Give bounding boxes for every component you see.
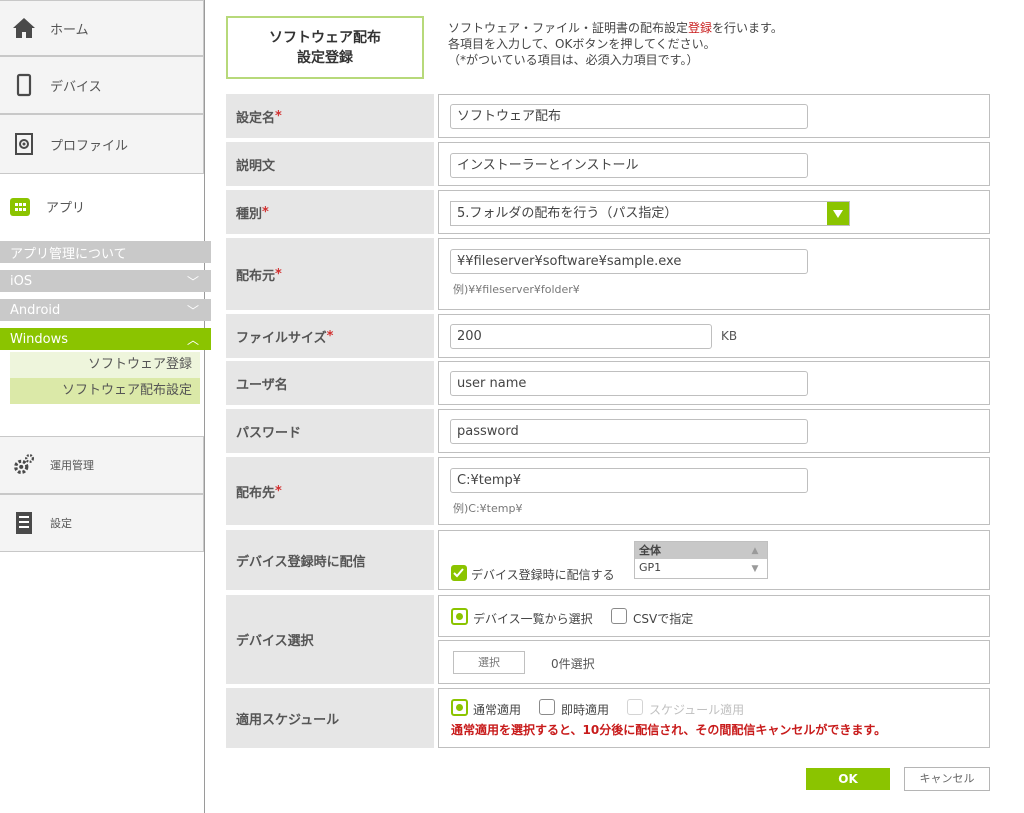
scroll-up-icon[interactable]: ▲ bbox=[752, 546, 759, 556]
radio-schedule-scheduled-label: スケジュール適用 bbox=[649, 703, 745, 717]
destination-field[interactable]: C:¥temp¥ bbox=[450, 468, 808, 493]
radio-csv[interactable] bbox=[611, 608, 627, 624]
sidebar-subitem-software-distribution[interactable]: ソフトウェア配布設定 bbox=[10, 378, 200, 404]
home-icon bbox=[12, 16, 36, 40]
selected-count: 0件選択 bbox=[551, 657, 595, 671]
row-setting-name: 設定名 * ソフトウェア配布 bbox=[226, 94, 990, 138]
sidebar-item-android[interactable]: Android ﹀ bbox=[0, 299, 211, 321]
nav-operation[interactable]: 運用管理 bbox=[0, 436, 204, 494]
radio-schedule-normal-label: 通常適用 bbox=[473, 703, 522, 717]
sidebar-item-ios[interactable]: iOS ﹀ bbox=[0, 270, 211, 292]
source-field[interactable]: ¥¥fileserver¥software¥sample.exe bbox=[450, 249, 808, 274]
nav-app-label: アプリ bbox=[46, 200, 86, 216]
radio-schedule-scheduled[interactable] bbox=[627, 699, 643, 715]
group-listbox[interactable]: 全体 GP1 ▲ ▼ bbox=[634, 541, 768, 579]
row-username: ユーザ名 user name bbox=[226, 361, 990, 405]
deliver-on-register-label: デバイス登録時に配信 bbox=[226, 530, 434, 590]
file-size-label: ファイルサイズ * bbox=[226, 314, 434, 358]
row-file-size: ファイルサイズ * 200 KB bbox=[226, 314, 990, 358]
chevron-up-icon: ︿ bbox=[186, 332, 199, 347]
nav-device[interactable]: デバイス bbox=[0, 56, 204, 114]
gears-icon bbox=[12, 453, 36, 477]
page-title-line1: ソフトウェア配布 bbox=[269, 29, 381, 46]
radio-device-list-label: デバイス一覧から選択 bbox=[473, 612, 593, 626]
type-select[interactable]: 5.フォルダの配布を行う（パス指定） bbox=[450, 201, 850, 226]
description-label: 説明文 bbox=[226, 142, 434, 186]
cancel-button[interactable]: キャンセル bbox=[904, 767, 990, 791]
nav-device-label: デバイス bbox=[50, 79, 102, 95]
row-deliver-on-register: デバイス登録時に配信 デバイス登録時に配信する 全体 GP1 ▲ ▼ bbox=[226, 530, 990, 590]
nav-operation-label: 運用管理 bbox=[50, 459, 94, 472]
ok-button[interactable]: OK bbox=[806, 768, 890, 790]
document-icon bbox=[12, 511, 36, 535]
setting-name-label: 設定名 * bbox=[226, 94, 434, 138]
radio-device-list[interactable] bbox=[451, 608, 468, 625]
sidebar-item-label: アプリ管理について bbox=[10, 246, 127, 262]
radio-schedule-immediate-label: 即時適用 bbox=[561, 703, 610, 717]
nav-settings[interactable]: 設定 bbox=[0, 494, 204, 552]
password-field[interactable]: password bbox=[450, 419, 808, 444]
intro-line2: 各項目を入力して、OKボタンを押してください。 bbox=[448, 37, 716, 51]
file-size-unit: KB bbox=[721, 329, 738, 343]
nav-profile[interactable]: プロファイル bbox=[0, 114, 204, 174]
intro-line1-pre: ソフトウェア・ファイル・証明書の配布設定 bbox=[448, 21, 689, 35]
row-source: 配布元 * ¥¥fileserver¥software¥sample.exe 例)… bbox=[226, 238, 990, 310]
password-label: パスワード bbox=[226, 409, 434, 453]
scroll-down-icon[interactable]: ▼ bbox=[752, 564, 759, 574]
intro-line1-post: を行います。 bbox=[712, 21, 783, 35]
sidebar-item-app-about[interactable]: アプリ管理について bbox=[0, 241, 211, 263]
destination-hint: 例)C:¥temp¥ bbox=[453, 502, 523, 515]
setting-name-field[interactable]: ソフトウェア配布 bbox=[450, 104, 808, 129]
nav-home-label: ホーム bbox=[50, 22, 89, 38]
row-device-select: デバイス選択 デバイス一覧から選択 CSVで指定 選択 0件選択 bbox=[226, 595, 990, 684]
chevron-down-icon: ﹀ bbox=[186, 303, 199, 318]
chevron-down-icon: ﹀ bbox=[186, 274, 199, 289]
sidebar-item-windows[interactable]: Windows ︿ bbox=[0, 328, 211, 350]
intro-line1-red: 登録 bbox=[688, 21, 713, 35]
sidebar-subitem-software-register[interactable]: ソフトウェア登録 bbox=[10, 352, 200, 378]
listbox-scrollbar[interactable]: ▲ ▼ bbox=[743, 542, 767, 578]
username-field[interactable]: user name bbox=[450, 371, 808, 396]
intro-line3: （*がついている項目は、必須入力項目です。） bbox=[448, 53, 699, 67]
nav-app[interactable]: アプリ bbox=[0, 188, 204, 224]
username-label: ユーザ名 bbox=[226, 361, 434, 405]
row-type: 種別 * 5.フォルダの配布を行う（パス指定） bbox=[226, 190, 990, 234]
source-label: 配布元 * bbox=[226, 238, 434, 310]
smartphone-icon bbox=[12, 73, 36, 97]
deliver-on-register-checkbox[interactable] bbox=[451, 565, 467, 581]
sidebar-item-label: Android bbox=[10, 302, 61, 318]
radio-schedule-immediate[interactable] bbox=[539, 699, 555, 715]
nav-home[interactable]: ホーム bbox=[0, 0, 204, 56]
sidebar-item-label: Windows bbox=[10, 331, 69, 347]
profile-gear-icon bbox=[12, 132, 36, 156]
checkmark-icon bbox=[453, 568, 464, 578]
nav-settings-label: 設定 bbox=[50, 517, 72, 530]
app-icon bbox=[8, 194, 32, 218]
deliver-on-register-checkbox-label: デバイス登録時に配信する bbox=[471, 568, 615, 582]
nav-profile-label: プロファイル bbox=[50, 138, 129, 154]
destination-label: 配布先 * bbox=[226, 457, 434, 525]
main-content: ソフトウェア配布 設定登録 ソフトウェア・ファイル・証明書の配布設定登録を行いま… bbox=[226, 0, 990, 813]
row-destination: 配布先 * C:¥temp¥ 例)C:¥temp¥ bbox=[226, 457, 990, 525]
file-size-field[interactable]: 200 bbox=[450, 324, 712, 349]
dropdown-arrow-icon bbox=[827, 202, 849, 225]
device-select-button[interactable]: 選択 bbox=[453, 651, 525, 674]
row-password: パスワード password bbox=[226, 409, 990, 453]
schedule-label: 適用スケジュール bbox=[226, 688, 434, 748]
intro-text: ソフトウェア・ファイル・証明書の配布設定登録を行います。 各項目を入力して、OK… bbox=[448, 20, 988, 68]
schedule-warning: 通常適用を選択すると、10分後に配信され、その間配信キャンセルができます。 bbox=[451, 723, 887, 737]
radio-csv-label: CSVで指定 bbox=[633, 612, 694, 626]
source-hint: 例)¥¥fileserver¥folder¥ bbox=[453, 283, 580, 296]
sidebar-item-label: iOS bbox=[10, 273, 33, 289]
radio-schedule-normal[interactable] bbox=[451, 699, 468, 716]
device-select-label: デバイス選択 bbox=[226, 595, 434, 684]
type-label: 種別 * bbox=[226, 190, 434, 234]
row-schedule: 適用スケジュール 通常適用 即時適用 スケジュール適用 通常適用を選択すると、1… bbox=[226, 688, 990, 748]
type-select-value: 5.フォルダの配布を行う（パス指定） bbox=[457, 206, 678, 221]
sidebar: ホーム デバイス プロファイル アプリ アプリ管理について iOS ﹀ Andr… bbox=[0, 0, 211, 813]
page-title: ソフトウェア配布 設定登録 bbox=[226, 16, 424, 79]
description-field[interactable]: インストーラーとインストール bbox=[450, 153, 808, 178]
page-title-line2: 設定登録 bbox=[297, 49, 353, 66]
row-description: 説明文 インストーラーとインストール bbox=[226, 142, 990, 186]
